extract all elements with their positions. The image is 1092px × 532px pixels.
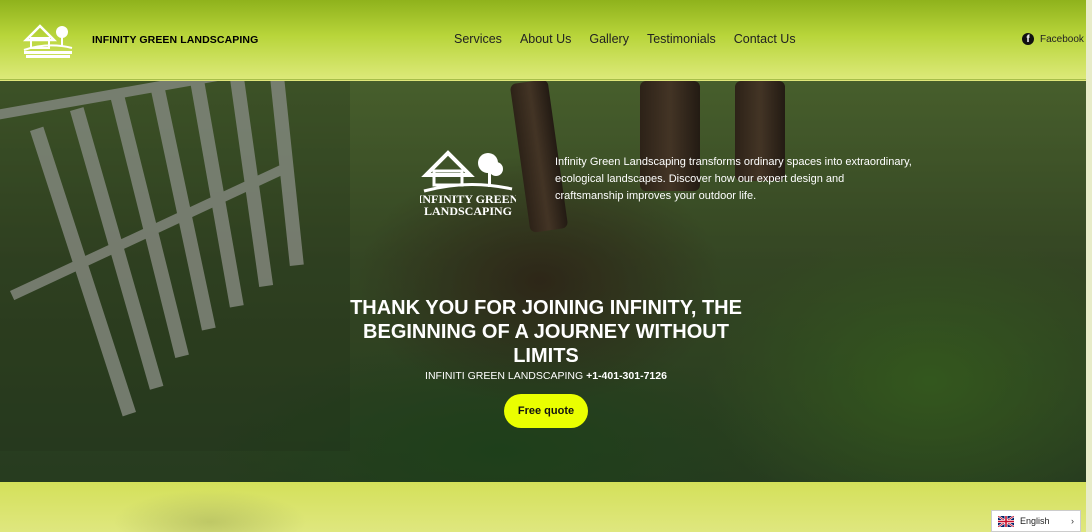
brand-name[interactable]: INFINITY GREEN LANDSCAPING <box>92 34 258 46</box>
nav-testimonials[interactable]: Testimonials <box>647 32 716 46</box>
hero-section: INFINITY GREEN LANDSCAPING Infinity Gree… <box>0 81 1092 482</box>
free-quote-button[interactable]: Free quote <box>504 394 588 428</box>
nav-gallery[interactable]: Gallery <box>589 32 629 46</box>
facebook-label: Facebook <box>1040 33 1084 45</box>
chevron-right-icon: › <box>1071 516 1074 526</box>
nav-contact-us[interactable]: Contact Us <box>734 32 796 46</box>
facebook-link[interactable]: f Facebook <box>1022 33 1084 45</box>
site-logo[interactable] <box>22 18 74 60</box>
hero-phone[interactable]: +1-401-301-7126 <box>586 370 667 382</box>
hero-subtitle: INFINITI GREEN LANDSCAPING +1-401-301-71… <box>340 370 752 382</box>
language-label: English <box>1020 516 1050 526</box>
next-section <box>0 482 1092 532</box>
main-nav: Services About Us Gallery Testimonials C… <box>454 32 796 46</box>
hero-description: Infinity Green Landscaping transforms or… <box>555 156 912 202</box>
hero-title: THANK YOU FOR JOINING INFINITY, THE BEGI… <box>350 297 742 367</box>
nav-services[interactable]: Services <box>454 32 502 46</box>
page-scrollbar[interactable] <box>1086 0 1092 532</box>
hero-subtitle-company: INFINITI GREEN LANDSCAPING <box>425 370 587 382</box>
hero-logo-line2: LANDSCAPING <box>424 204 512 217</box>
uk-flag-icon <box>998 515 1014 527</box>
facebook-icon: f <box>1022 33 1034 45</box>
nav-about-us[interactable]: About Us <box>520 32 571 46</box>
hero-logo: INFINITY GREEN LANDSCAPING <box>420 150 516 217</box>
site-header: INFINITY GREEN LANDSCAPING Services Abou… <box>0 0 1092 80</box>
language-selector[interactable]: English › <box>991 510 1081 532</box>
